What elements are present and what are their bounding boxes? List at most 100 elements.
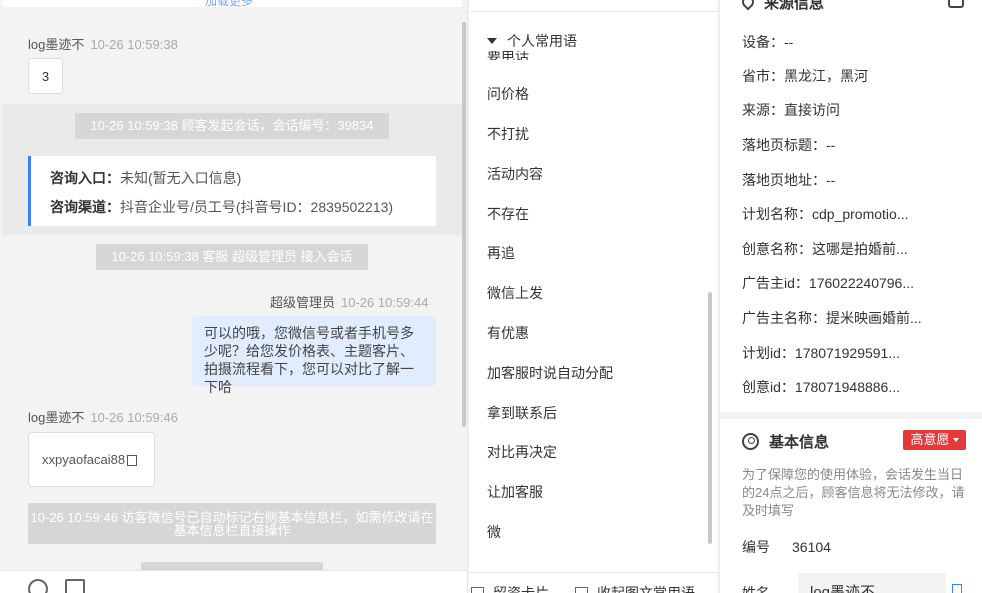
source-row-creative-name: 创意名称：这哪是拍婚前...: [742, 239, 908, 259]
source-row-advertiser-id: 广告主id：176022240796...: [742, 273, 914, 293]
load-more-link[interactable]: 加载更多: [205, 0, 253, 9]
message-text: xxpyaofacai88: [42, 452, 126, 467]
copy-icon[interactable]: [952, 584, 962, 593]
field-label: 广告主id：: [742, 275, 809, 291]
phrase-item[interactable]: 拿到联系后: [487, 403, 557, 423]
source-row-plan-id: 计划id：178071929591...: [742, 343, 900, 363]
field-value: --: [784, 34, 794, 50]
visitor-message: xxpyaofacai88: [28, 432, 155, 487]
field-label: 落地页地址：: [742, 172, 826, 188]
field-value: 178071948886...: [794, 379, 901, 395]
system-message: 10-26 10:59:46 访客微信号已自动标记右侧基本信息栏，如需修改请在基…: [28, 503, 436, 544]
message-time: 10-26 10:59:38: [90, 37, 178, 52]
field-value: 直接访问: [784, 102, 840, 118]
system-message: 10-26 10:59:38 顾客发起会话，会话编号：39834: [75, 113, 389, 139]
phrase-item[interactable]: 让加客服: [487, 482, 543, 502]
chat-panel: 加载更多 log墨迹不 10-26 10:59:38 3 10-26 10:59:…: [0, 0, 468, 593]
phrase-item[interactable]: 微信上发: [487, 283, 543, 303]
chat-scrollbar[interactable]: [462, 22, 466, 427]
chat-input-toolbar: [0, 570, 467, 593]
agent-message: 可以的哦，您微信号或者手机号多少呢？给您发价格表、主题客片、拍摄流程看下，您可以…: [192, 316, 436, 395]
phrase-item[interactable]: 活动内容: [487, 164, 543, 184]
source-row-province: 省市：黑龙江，黑河: [742, 66, 868, 86]
source-row-device: 设备：--: [742, 32, 793, 52]
name-field[interactable]: log墨迹不: [798, 573, 946, 593]
agent-message-sender: 超级管理员 10-26 10:59:44: [270, 292, 428, 311]
message-time: 10-26 10:59:44: [341, 295, 429, 310]
source-row-landing-url: 落地页地址：--: [742, 170, 835, 190]
copy-icon[interactable]: [127, 455, 138, 466]
consult-entry-value: 未知(暂无入口信息): [120, 170, 242, 186]
phrase-item[interactable]: 微: [487, 522, 501, 542]
field-label: 来源：: [742, 102, 784, 118]
field-value: 176022240796...: [808, 275, 915, 291]
chat-messages[interactable]: 加载更多 log墨迹不 10-26 10:59:38 3 10-26 10:59:…: [0, 0, 462, 570]
source-row-origin: 来源：直接访问: [742, 100, 840, 120]
field-label: 落地页标题：: [742, 137, 826, 153]
field-value: --: [826, 172, 836, 188]
divider: [469, 11, 718, 12]
collapse-phrases-button[interactable]: 收起图文常用语: [575, 583, 695, 593]
field-value: 36104: [792, 539, 831, 555]
phrase-item[interactable]: 有优惠: [487, 323, 529, 343]
user-icon: [742, 433, 759, 450]
field-label: 创意名称：: [742, 241, 812, 257]
intent-level-label: 高意愿: [910, 432, 950, 447]
field-label: 设备：: [742, 34, 784, 50]
field-value: cdp_promotio...: [812, 206, 909, 222]
field-label: 创意id：: [742, 379, 795, 395]
customer-info-panel: 来源信息 设备：-- 省市：黑龙江，黑河 来源：直接访问 落地页标题：-- 落地…: [720, 0, 982, 593]
source-row-creative-id: 创意id：178071948886...: [742, 377, 900, 397]
phrase-item[interactable]: 对比再决定: [487, 442, 557, 462]
message-sender: log墨迹不 10-26 10:59:38: [28, 34, 178, 53]
field-label: 广告主名称：: [742, 310, 826, 326]
image-icon[interactable]: [65, 579, 85, 593]
intent-level-dropdown[interactable]: 高意愿: [903, 430, 966, 450]
field-value: 黑龙江，黑河: [784, 68, 868, 84]
phrase-item[interactable]: 问价格: [487, 84, 529, 104]
field-value: --: [826, 137, 836, 153]
customer-number-row: 编号 36104: [742, 537, 831, 557]
source-info-title: 来源信息: [764, 0, 825, 12]
sender-name: log墨迹不: [28, 37, 85, 52]
sender-name: 超级管理员: [270, 295, 336, 310]
collapse-phrases-label: 收起图文常用语: [597, 585, 695, 593]
phrase-item[interactable]: 不存在: [487, 204, 529, 224]
collapse-icon: [575, 587, 588, 593]
app-root: 加载更多 log墨迹不 10-26 10:59:38 3 10-26 10:59:…: [0, 0, 982, 593]
name-label: 姓名: [742, 585, 770, 593]
field-value: 提米映画婚前...: [826, 310, 922, 326]
edit-icon[interactable]: [948, 0, 964, 8]
consult-info-card: 咨询入口：未知(暂无入口信息) 咨询渠道：抖音企业号/员工号(抖音号ID：283…: [28, 156, 436, 226]
caret-down-icon: [952, 438, 959, 442]
field-label: 计划名称：: [742, 206, 812, 222]
field-label: 计划id：: [742, 345, 795, 361]
sender-name: log墨迹不: [28, 410, 85, 425]
card-icon: [471, 587, 484, 593]
phrases-footer: 留资卡片 收起图文常用语: [469, 572, 718, 593]
visitor-message: 3: [28, 58, 63, 94]
lead-card-button[interactable]: 留资卡片: [471, 583, 549, 593]
field-label: 编号: [742, 539, 770, 555]
phrase-item[interactable]: 再追: [487, 243, 515, 263]
emoji-icon[interactable]: [28, 579, 48, 593]
field-label: 省市：: [742, 68, 784, 84]
phrase-group-header[interactable]: 个人常用语: [487, 31, 581, 51]
consult-entry-row: 咨询入口：未知(暂无入口信息): [50, 164, 436, 193]
source-row-plan-name: 计划名称：cdp_promotio...: [742, 204, 909, 224]
source-info-header: 来源信息: [739, 0, 825, 13]
field-value: 这哪是拍婚前...: [812, 241, 908, 257]
phrase-item[interactable]: 加客服时说自动分配: [487, 363, 613, 383]
field-value: 178071929591...: [794, 345, 901, 361]
consult-channel-value: 抖音企业号/员工号(抖音号ID：2839502213): [120, 199, 394, 215]
edit-notice: 为了保障您的使用体验，会话发生当日的24点之后，顾客信息将无法修改，请及时填写: [742, 467, 965, 518]
message-sender: log墨迹不 10-26 10:59:46: [28, 407, 178, 426]
basic-info-title: 基本信息: [769, 434, 830, 451]
system-message-partial: [141, 562, 323, 570]
location-pin-icon: [739, 0, 757, 11]
section-divider: [720, 412, 982, 419]
phrase-item[interactable]: 不打扰: [487, 124, 529, 144]
common-phrases-panel: 要电话 个人常用语 问价格 不打扰 活动内容 不存在 再追 微信上发 有优惠 加…: [469, 0, 719, 593]
consult-channel-label: 咨询渠道：: [50, 199, 120, 215]
phrases-scrollbar[interactable]: [708, 292, 712, 544]
